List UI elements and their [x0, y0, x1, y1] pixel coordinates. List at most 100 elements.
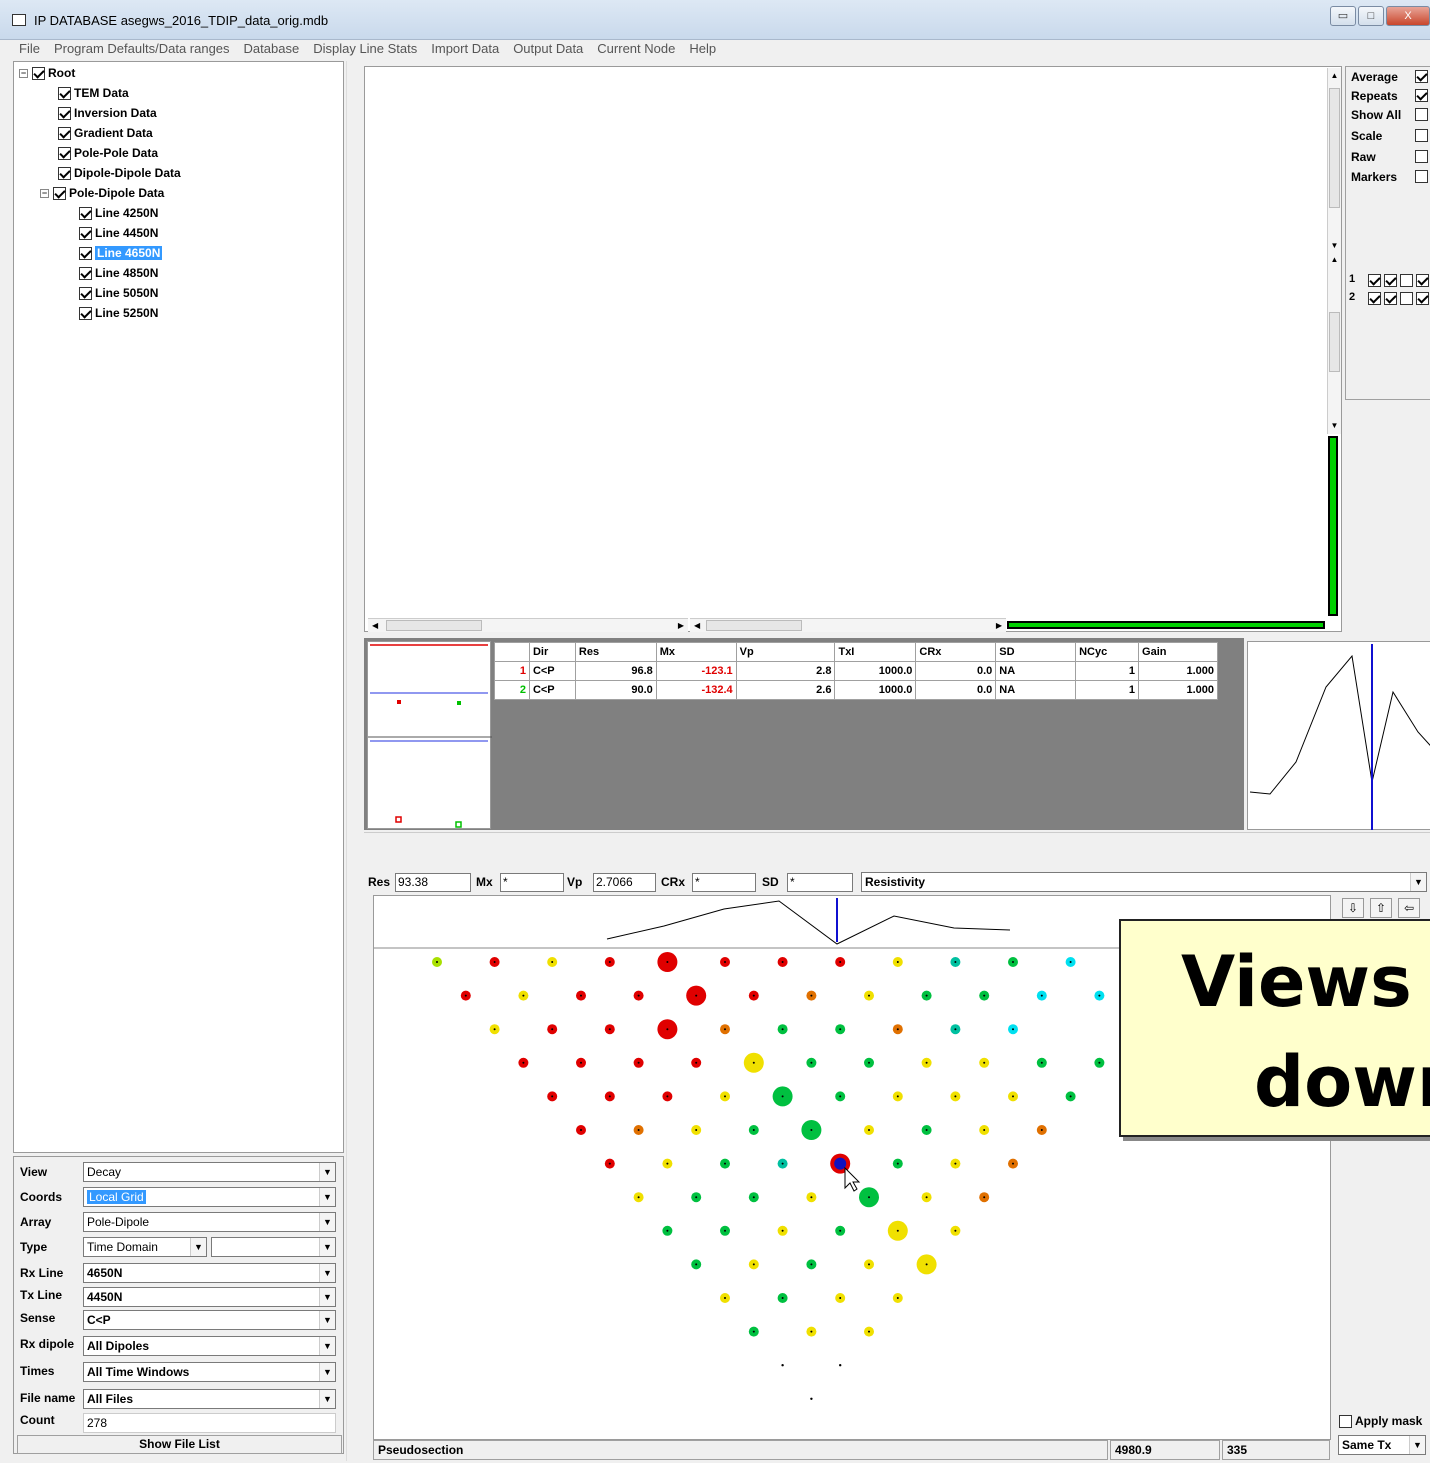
file-name-select[interactable]: All Files ▼	[83, 1389, 336, 1409]
chevron-down-icon[interactable]: ▼	[319, 1337, 335, 1355]
tree-item-tem[interactable]: TEM Data	[58, 84, 129, 102]
menu-current-node[interactable]: Current Node	[590, 40, 682, 58]
vertical-splitter[interactable]	[346, 61, 360, 1461]
nav-down-arrow-icon[interactable]: ⇩	[1342, 898, 1364, 918]
series-toggle[interactable]	[1384, 292, 1397, 306]
chevron-down-icon[interactable]: ▼	[319, 1163, 335, 1181]
tree-line-4450n[interactable]: Line 4450N	[79, 224, 158, 242]
menu-database[interactable]: Database	[237, 40, 307, 58]
scroll-right-icon[interactable]: ▶	[996, 619, 1002, 633]
tree-line-5250n[interactable]: Line 5250N	[79, 304, 158, 322]
chevron-down-icon[interactable]: ▼	[319, 1311, 335, 1329]
series-toggle[interactable]	[1384, 274, 1397, 288]
chevron-down-icon[interactable]: ▼	[319, 1213, 335, 1231]
array-select[interactable]: Pole-Dipole ▼	[83, 1212, 336, 1232]
hscrollbar-2[interactable]: ◀ ▶	[690, 618, 1006, 632]
option-raw-checkbox[interactable]	[1415, 150, 1428, 163]
chevron-down-icon[interactable]: ▼	[319, 1363, 335, 1381]
tree-line-4650n[interactable]: Line 4650N	[79, 244, 163, 262]
collapse-icon[interactable]: −	[40, 189, 49, 199]
series-toggle[interactable]	[1368, 274, 1381, 288]
sd-field[interactable]: *	[787, 873, 853, 892]
scroll-up-icon[interactable]: ▲	[1328, 68, 1341, 84]
checkbox[interactable]	[79, 307, 92, 321]
hscrollbar-1[interactable]: ◀ ▶	[368, 618, 688, 632]
times-select[interactable]: All Time Windows ▼	[83, 1362, 336, 1382]
series-toggle[interactable]	[1416, 292, 1429, 306]
option-show-all-checkbox[interactable]	[1415, 108, 1428, 121]
option-markers-checkbox[interactable]	[1415, 170, 1428, 183]
chevron-down-icon[interactable]: ▼	[319, 1288, 335, 1306]
chevron-down-icon[interactable]: ▼	[319, 1188, 335, 1206]
col-header-vp[interactable]: Vp	[735, 642, 836, 662]
res-field[interactable]: 93.38	[395, 873, 471, 892]
scroll-left-icon[interactable]: ◀	[372, 619, 378, 633]
vp-field[interactable]: 2.7066	[593, 873, 656, 892]
chevron-down-icon[interactable]: ▼	[1410, 873, 1426, 891]
same-tx-select[interactable]: Same Tx ▼	[1338, 1435, 1426, 1455]
apply-mask-checkbox[interactable]	[1339, 1415, 1352, 1429]
checkbox[interactable]	[79, 227, 92, 241]
checkbox[interactable]	[79, 267, 92, 281]
rx-dipole-select[interactable]: All Dipoles ▼	[83, 1336, 336, 1356]
series-toggle[interactable]	[1400, 274, 1413, 288]
table-row[interactable]: 2 C<P 90.0 -132.4 2.6 1000.0 0.0 NA 1 1.…	[494, 680, 1218, 700]
tree-item-inversion[interactable]: Inversion Data	[58, 104, 157, 122]
root-checkbox[interactable]	[32, 67, 45, 81]
col-header-res[interactable]: Res	[574, 642, 657, 662]
tree-line-4250n[interactable]: Line 4250N	[79, 204, 158, 222]
chevron-down-icon[interactable]: ▼	[1409, 1436, 1425, 1454]
option-average-checkbox[interactable]	[1415, 70, 1428, 83]
sense-select[interactable]: C<P ▼	[83, 1310, 336, 1330]
scroll-thumb[interactable]	[386, 620, 482, 631]
nav-up-arrow-icon[interactable]: ⇧	[1370, 898, 1392, 918]
scroll-thumb[interactable]	[1329, 312, 1340, 372]
menu-display-line-stats[interactable]: Display Line Stats	[306, 40, 424, 58]
tree-root[interactable]: − Root	[19, 64, 75, 82]
chevron-down-icon[interactable]: ▼	[319, 1238, 335, 1256]
col-header-dir[interactable]: Dir	[528, 642, 576, 662]
tree-item-dipole-dipole[interactable]: Dipole-Dipole Data	[58, 164, 181, 182]
checkbox[interactable]	[79, 207, 92, 221]
checkbox[interactable]	[79, 287, 92, 301]
checkbox[interactable]	[58, 127, 71, 141]
rx-line-select[interactable]: 4650N ▼	[83, 1263, 336, 1283]
lower-vscrollbar[interactable]: ▲ ▼	[1327, 252, 1341, 434]
checkbox[interactable]	[58, 167, 71, 181]
scroll-thumb[interactable]	[1329, 88, 1340, 208]
nav-left-arrow-icon[interactable]: ⇦	[1398, 898, 1420, 918]
tree-item-pole-pole[interactable]: Pole-Pole Data	[58, 144, 158, 162]
pseudosection-point-empty[interactable]	[810, 1397, 813, 1400]
type-select[interactable]: Time Domain ▼	[83, 1237, 207, 1257]
scroll-down-icon[interactable]: ▼	[1328, 418, 1341, 434]
menu-program-defaults[interactable]: Program Defaults/Data ranges	[47, 40, 237, 58]
tree-line-4850n[interactable]: Line 4850N	[79, 264, 158, 282]
scroll-right-icon[interactable]: ▶	[678, 619, 684, 633]
menu-output-data[interactable]: Output Data	[506, 40, 590, 58]
menu-help[interactable]: Help	[682, 40, 723, 58]
scroll-up-icon[interactable]: ▲	[1328, 252, 1341, 268]
menu-file[interactable]: File	[12, 40, 47, 58]
apply-mask-option[interactable]: Apply mask	[1339, 1414, 1422, 1429]
tree-item-pole-dipole[interactable]: − Pole-Dipole Data	[40, 184, 164, 202]
series-toggle[interactable]	[1400, 292, 1413, 306]
col-header-sd[interactable]: SD	[995, 642, 1077, 662]
table-row[interactable]: 1 C<P 96.8 -123.1 2.8 1000.0 0.0 NA 1 1.…	[494, 661, 1218, 681]
col-header-txi[interactable]: TxI	[834, 642, 917, 662]
tree-line-5050n[interactable]: Line 5050N	[79, 284, 158, 302]
chevron-down-icon[interactable]: ▼	[190, 1238, 206, 1256]
tx-line-select[interactable]: 4450N ▼	[83, 1287, 336, 1307]
minimize-button[interactable]: ▭	[1330, 6, 1356, 26]
scroll-left-icon[interactable]: ◀	[694, 619, 700, 633]
show-file-list-button[interactable]: Show File List	[17, 1435, 342, 1454]
view-select[interactable]: Decay ▼	[83, 1162, 336, 1182]
coords-select[interactable]: Local Grid ▼	[83, 1187, 336, 1207]
series-toggle[interactable]	[1368, 292, 1381, 306]
menu-import-data[interactable]: Import Data	[424, 40, 506, 58]
checkbox[interactable]	[58, 107, 71, 121]
mx-field[interactable]: *	[500, 873, 564, 892]
option-repeats-checkbox[interactable]	[1415, 89, 1428, 102]
col-header-crx[interactable]: CRx	[915, 642, 997, 662]
col-header-mx[interactable]: Mx	[655, 642, 737, 662]
checkbox[interactable]	[79, 247, 92, 261]
